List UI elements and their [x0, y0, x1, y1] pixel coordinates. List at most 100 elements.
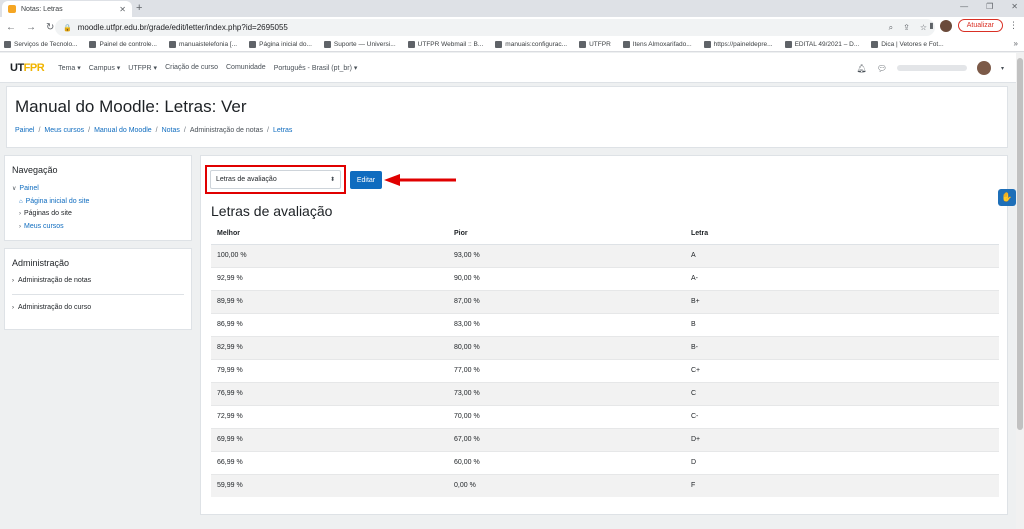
bookmark-item[interactable]: Itens Almoxarifado... [622, 41, 692, 48]
bookmark-item[interactable]: Página inicial do... [249, 41, 312, 48]
breadcrumb-separator: / [267, 127, 269, 134]
breadcrumb-separator: / [38, 127, 41, 134]
cell-melhor: 82,99 % [211, 335, 448, 359]
chevron-right-icon: › [19, 223, 21, 230]
grade-view-select[interactable]: Letras de avaliação ⬍ [210, 170, 341, 189]
bookmark-item[interactable]: manuais:configurac... [495, 41, 567, 48]
bookmark-item[interactable]: Dica | Vetores e Fot... [871, 41, 944, 48]
cell-melhor: 86,99 % [211, 312, 448, 336]
browser-menu-icon[interactable]: ⋮ [1009, 20, 1018, 31]
browser-tab[interactable]: Notas: Letras ✕ [2, 1, 132, 17]
breadcrumb-painel[interactable]: Painel [15, 127, 34, 134]
nav-item-meus-cursos[interactable]: › Meus cursos [12, 221, 191, 234]
tab-close-icon[interactable]: ✕ [119, 5, 126, 14]
breadcrumb-separator: / [183, 127, 186, 134]
breadcrumb-manual-do-moodle[interactable]: Manual do Moodle [94, 127, 152, 134]
omnibox[interactable]: 🔒 moodle.utfpr.edu.br/grade/edit/letter/… [55, 19, 935, 36]
bookmark-star-icon[interactable]: ☆ [920, 23, 927, 33]
profile-avatar[interactable] [939, 19, 952, 32]
table-row: 92,99 % 90,00 % A- [211, 266, 999, 290]
grade-letters-table: Melhor Pior Letra 100,00 % 93,00 % A 92,99… [211, 224, 999, 497]
bookmark-icon [703, 41, 711, 48]
breadcrumb-notas[interactable]: Notas [162, 127, 180, 134]
table-row: 66,99 % 60,00 % D [211, 450, 999, 474]
admin-item-administracao-do-curso[interactable]: › Administração do curso [5, 295, 191, 321]
breadcrumb-letras[interactable]: Letras [273, 127, 292, 134]
cell-letra: C+ [685, 358, 999, 382]
cell-letra: B [685, 312, 999, 336]
cell-letra: C [685, 381, 999, 405]
window-close-icon[interactable]: ✕ [1011, 2, 1018, 11]
breadcrumb-separator: / [155, 127, 158, 134]
minimize-icon[interactable]: — [960, 2, 968, 11]
chevron-down-icon[interactable]: ▾ [1001, 65, 1004, 72]
bookmarks-more-icon[interactable]: » [1014, 39, 1018, 48]
user-name-blurred[interactable] [896, 65, 967, 71]
nav-item-paginas-do-site[interactable]: › Páginas do site [12, 208, 191, 221]
table-row: 82,99 % 80,00 % B- [211, 335, 999, 359]
cell-pior: 87,00 % [448, 289, 685, 313]
logo-text-a: UT [10, 61, 24, 74]
cell-pior: 70,00 % [448, 404, 685, 428]
breadcrumb-meus-cursos[interactable]: Meus cursos [44, 127, 84, 134]
cell-pior: 80,00 % [448, 335, 685, 359]
back-arrow-icon[interactable]: ← [6, 22, 16, 33]
scrollbar-thumb[interactable] [1017, 58, 1023, 430]
navbar-item-comunidade[interactable]: Comunidade [226, 64, 266, 71]
bookmark-item[interactable]: manuaistelefonia [... [168, 41, 237, 48]
bookmark-item[interactable]: UTFPR Webmail :: B... [407, 41, 483, 48]
bookmark-icon [407, 41, 415, 48]
cell-melhor: 76,99 % [211, 381, 448, 405]
utfpr-logo[interactable]: UTFPR [10, 61, 45, 74]
new-tab-button[interactable]: + [136, 2, 142, 14]
page-header: Manual do Moodle: Letras: Ver Painel / Meu… [6, 86, 1008, 148]
edit-button[interactable]: Editar [350, 171, 382, 189]
red-arrow-annotation-icon [384, 174, 456, 186]
navigation-tree: ∨ Painel ⌂ Página inicial do site › Páginas… [5, 175, 191, 233]
bookmark-item[interactable]: Suporte — Universi... [323, 41, 396, 48]
breadcrumb-separator: / [88, 127, 91, 134]
table-row: 89,99 % 87,00 % B+ [211, 289, 999, 313]
cell-letra: A [685, 243, 999, 267]
chevron-right-icon: › [12, 278, 14, 284]
bookmark-item[interactable]: Painel de controle... [89, 41, 157, 48]
restore-icon[interactable]: ❐ [986, 2, 993, 11]
nav-item-painel[interactable]: ∨ Painel [12, 183, 191, 196]
navigation-block-title: Navegação [12, 165, 58, 175]
zoom-icon[interactable]: ⌕ [889, 23, 893, 33]
cell-melhor: 79,99 % [211, 358, 448, 382]
bookmark-icon [495, 41, 503, 48]
chevron-right-icon: › [12, 305, 14, 311]
bookmark-item[interactable]: Serviços de Tecnolo... [4, 41, 77, 48]
navbar-item-campus[interactable]: Campus ▾ [89, 64, 121, 72]
bookmark-item[interactable]: https://paineldepre... [703, 41, 773, 48]
cell-melhor: 59,99 % [211, 473, 448, 497]
navbar-item-language[interactable]: Português - Brasil (pt_br) ▾ [274, 64, 358, 72]
bell-icon[interactable]: 🔔︎ [857, 64, 867, 73]
table-row: 59,99 % 0,00 % F [211, 473, 999, 497]
table-row: 76,99 % 73,00 % C [211, 381, 999, 405]
navbar-item-criacao-de-curso[interactable]: Criação de curso [165, 64, 218, 71]
cell-melhor: 72,99 % [211, 404, 448, 428]
share-icon[interactable]: ⇪ [903, 23, 910, 33]
lock-icon[interactable]: 🔒 [63, 24, 72, 32]
reload-icon[interactable]: ↻ [46, 22, 54, 33]
cell-pior: 90,00 % [448, 266, 685, 290]
table-header-row: Melhor Pior Letra [211, 224, 999, 245]
url-text[interactable]: moodle.utfpr.edu.br/grade/edit/letter/in… [78, 23, 889, 32]
bookmark-item[interactable]: UTFPR [579, 41, 611, 48]
forward-arrow-icon[interactable]: → [26, 22, 36, 33]
chevron-right-icon: › [19, 211, 21, 217]
navbar-item-tema[interactable]: Tema ▾ [58, 64, 81, 72]
navbar-item-utfpr[interactable]: UTFPR ▾ [128, 64, 157, 72]
nav-item-pagina-inicial[interactable]: ⌂ Página inicial do site [12, 196, 191, 209]
admin-item-administracao-de-notas[interactable]: › Administração de notas [5, 268, 191, 294]
bookmark-item[interactable]: EDITAL 49/2021 – D... [784, 41, 859, 48]
accessibility-icon[interactable]: ✋ [998, 189, 1016, 206]
bookmark-icon [871, 41, 879, 48]
update-button[interactable]: Atualizar [957, 19, 1003, 32]
main-region: Letras de avaliação ⬍ Editar Letras de a… [200, 155, 1008, 515]
chat-icon[interactable]: 💬︎ [877, 64, 887, 73]
user-avatar[interactable] [976, 61, 991, 75]
side-panel-icon[interactable]: ▮ [929, 21, 933, 30]
